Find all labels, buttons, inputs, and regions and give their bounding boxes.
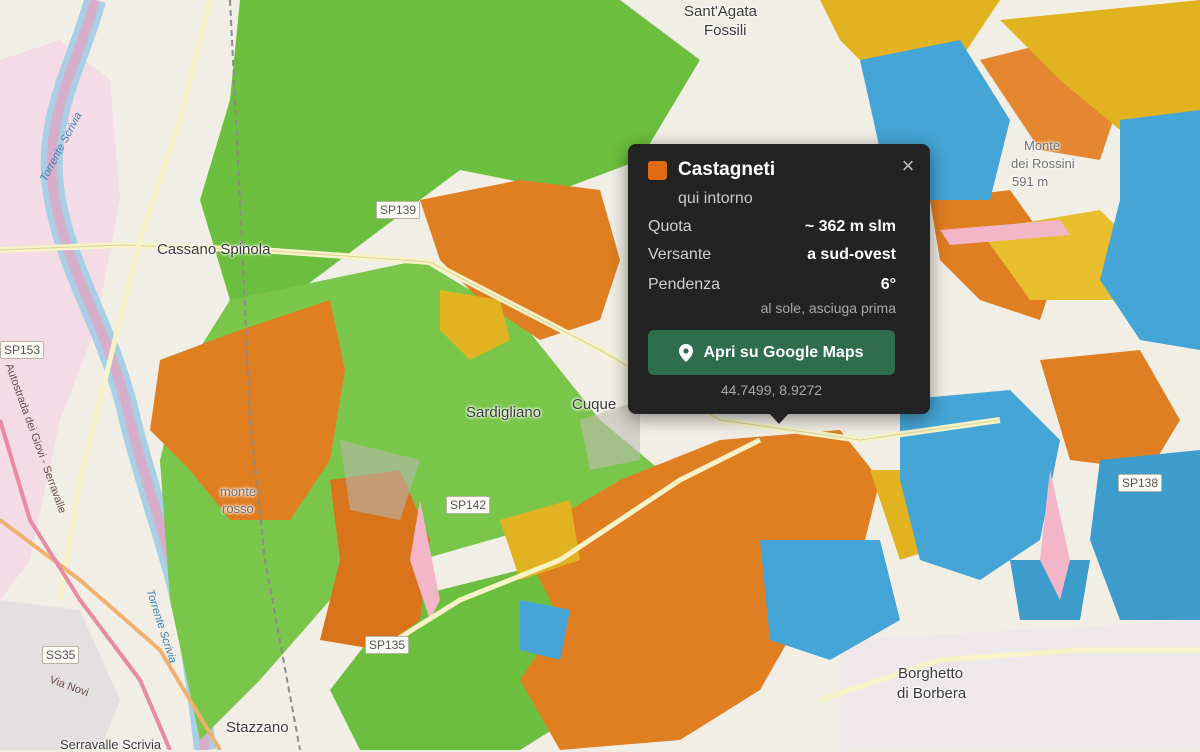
place-label: Sardigliano	[466, 404, 542, 421]
map-canvas[interactable]	[0, 0, 1200, 750]
popup-title: Castagneti	[678, 159, 776, 180]
popup-subtitle: qui intorno	[678, 190, 753, 207]
peak-label: Monte	[1024, 138, 1061, 153]
place-label: Cuque	[572, 396, 617, 413]
place-label: Borghetto	[898, 665, 964, 682]
road-shield: SP135	[365, 636, 410, 654]
row-value: ~ 362 m slm	[804, 218, 896, 235]
road-shield: SP142	[446, 496, 491, 514]
place-label: di Borbera	[897, 685, 967, 702]
row-value: 6°	[880, 276, 896, 293]
button-label: Apri su Google Maps	[703, 343, 864, 361]
road-shield: SS35	[42, 646, 80, 664]
popup-pointer	[768, 412, 790, 424]
slope-note: al sole, asciuga prima	[760, 300, 896, 316]
road-shield: SP139	[376, 201, 421, 219]
urban-area	[840, 620, 1200, 750]
road-shield: SP153	[0, 341, 45, 359]
place-label: Cassano Spinola	[157, 241, 271, 258]
row-slope: Pendenza 6°	[648, 276, 896, 298]
map-pin-icon	[679, 343, 694, 362]
road-shield: SP138	[1118, 474, 1163, 492]
coordinates: 44.7499, 8.9272	[720, 382, 823, 398]
close-icon[interactable]: ×	[898, 155, 918, 177]
place-label: Stazzano	[226, 719, 289, 736]
peak-label: dei Rossini	[1011, 156, 1075, 171]
place-label: rosso	[222, 501, 254, 516]
peak-label: 591 m	[1012, 174, 1049, 189]
row-label: Pendenza	[648, 276, 721, 293]
open-google-maps-button[interactable]: Apri su Google Maps	[648, 330, 895, 375]
row-aspect: Versante a sud-ovest	[648, 246, 896, 268]
row-altitude: Quota ~ 362 m slm	[648, 218, 896, 240]
chestnut-swatch	[648, 161, 667, 180]
feature-popup: Castagneti × qui intorno Quota ~ 362 m s…	[628, 144, 930, 414]
row-label: Versante	[648, 246, 712, 263]
place-label: Sant'Agata	[684, 3, 757, 20]
place-label: monte	[220, 484, 257, 499]
place-label: Fossili	[704, 22, 747, 39]
row-value: a sud-ovest	[807, 246, 896, 263]
row-label: Quota	[648, 218, 692, 235]
